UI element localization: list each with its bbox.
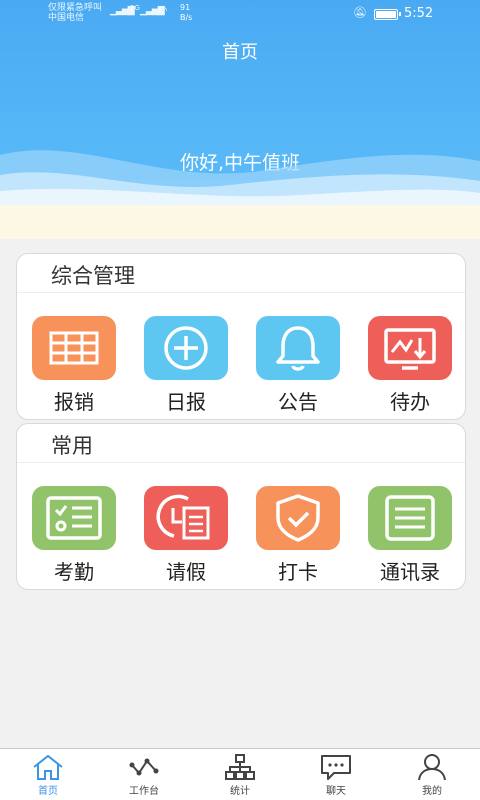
checklist-icon <box>32 486 116 550</box>
tab-label: 首页 <box>38 786 58 797</box>
shield-check-icon <box>256 486 340 550</box>
tab-label: 统计 <box>230 786 250 797</box>
menu-item-label: 请假 <box>166 560 206 584</box>
menu-item-label: 考勤 <box>54 560 94 584</box>
page-title: 首页 <box>222 42 258 63</box>
org-chart-icon <box>225 754 255 780</box>
section-divider <box>17 292 465 293</box>
carrier-line-2: 中国电信 <box>48 13 85 23</box>
person-icon <box>418 754 446 781</box>
leave-form-icon <box>144 486 228 550</box>
header-banner: 仅限紧急呼叫 中国电信 ▁▃▅▇ 2G ▁▃▅▇ ◠ 91 B/s 🔕︎ 5:5… <box>0 0 480 205</box>
section-card-management: 综合管理 报销 日报 公告 待办 <box>16 253 466 420</box>
mute-icon: 🔕︎ <box>353 6 367 19</box>
workbench-icon <box>129 758 159 776</box>
menu-item-label: 日报 <box>166 390 206 414</box>
menu-item-clock-in[interactable]: 打卡 <box>256 486 340 586</box>
tab-statistics[interactable]: 统计 <box>192 749 288 800</box>
wave-decoration <box>0 150 480 205</box>
tab-label: 我的 <box>422 786 442 797</box>
section-card-common: 常用 考勤 请假 打卡 通讯录 <box>16 423 466 590</box>
menu-item-todo[interactable]: 待办 <box>368 316 452 416</box>
tab-label: 工作台 <box>129 786 159 797</box>
table-icon <box>32 316 116 380</box>
section-title: 常用 <box>51 434 93 458</box>
menu-item-announcement[interactable]: 公告 <box>256 316 340 416</box>
tab-workbench[interactable]: 工作台 <box>96 749 192 800</box>
menu-item-daily-report[interactable]: 日报 <box>144 316 228 416</box>
carrier-line-1: 仅限紧急呼叫 <box>48 3 103 13</box>
menu-item-label: 公告 <box>278 390 318 414</box>
monitor-icon <box>368 316 452 380</box>
section-title: 综合管理 <box>51 264 135 288</box>
tab-home[interactable]: 首页 <box>0 749 96 800</box>
chat-icon <box>321 755 351 780</box>
section-divider <box>17 462 465 463</box>
menu-item-label: 报销 <box>54 390 94 414</box>
home-icon <box>33 754 63 780</box>
tab-chat[interactable]: 聊天 <box>288 749 384 800</box>
menu-item-reimbursement[interactable]: 报销 <box>32 316 116 416</box>
battery-icon <box>374 9 401 20</box>
tab-me[interactable]: 我的 <box>384 749 480 800</box>
speed-unit: B/s <box>180 13 193 22</box>
menu-item-label: 通讯录 <box>380 560 440 584</box>
menu-item-label: 打卡 <box>278 560 318 584</box>
bottom-tab-bar: 首页 工作台 统计 聊天 我的 <box>0 748 480 800</box>
tab-label: 聊天 <box>326 786 346 797</box>
menu-item-attendance[interactable]: 考勤 <box>32 486 116 586</box>
plus-circle-icon <box>144 316 228 380</box>
network-type: 2G <box>130 4 140 12</box>
bell-icon <box>256 316 340 380</box>
menu-item-contacts[interactable]: 通讯录 <box>368 486 452 586</box>
menu-item-label: 待办 <box>390 390 430 414</box>
status-time: 5:52 <box>404 6 434 21</box>
list-icon <box>368 486 452 550</box>
status-bar: 仅限紧急呼叫 中国电信 ▁▃▅▇ 2G ▁▃▅▇ ◠ 91 B/s 🔕︎ 5:5… <box>0 0 480 28</box>
notice-bar <box>0 205 480 239</box>
wifi-icon: ◠ <box>158 4 168 17</box>
menu-item-leave[interactable]: 请假 <box>144 486 228 586</box>
network-speed: 91 B/s <box>180 3 192 23</box>
carrier-info: 仅限紧急呼叫 中国电信 <box>48 3 102 23</box>
speed-value: 91 <box>180 3 191 12</box>
